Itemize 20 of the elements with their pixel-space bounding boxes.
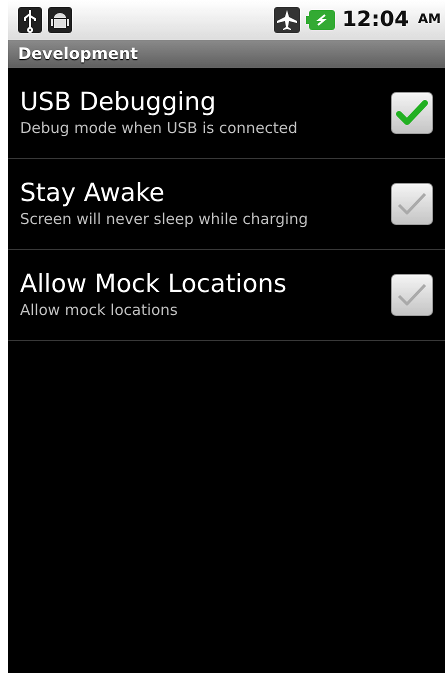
clock-meridiem: AM (418, 11, 441, 30)
setting-row[interactable]: Allow Mock Locations Allow mock locations (8, 250, 445, 341)
setting-title: USB Debugging (20, 86, 218, 117)
setting-title: Stay Awake (20, 178, 166, 208)
screen-title: Development (8, 40, 445, 68)
airplane-icon (274, 7, 300, 33)
setting-summary: Debug mode when USB is connected (20, 118, 299, 139)
checkbox[interactable] (391, 92, 433, 134)
setting-title: Allow Mock Locations (20, 268, 288, 299)
checkbox[interactable] (391, 183, 433, 225)
checkmark-icon (396, 99, 428, 127)
battery-icon (306, 9, 336, 31)
usb-icon (18, 7, 42, 33)
checkbox[interactable] (391, 274, 433, 316)
android-icon (48, 7, 72, 33)
setting-summary: Allow mock locations (20, 300, 179, 321)
setting-summary: Screen will never sleep while charging (20, 208, 310, 230)
clock-time: 12:04 (342, 6, 409, 34)
setting-row[interactable]: Stay Awake Screen will never sleep while charging (8, 159, 445, 250)
setting-row[interactable]: USB Debugging Debug mode when USB is connected (8, 68, 445, 159)
